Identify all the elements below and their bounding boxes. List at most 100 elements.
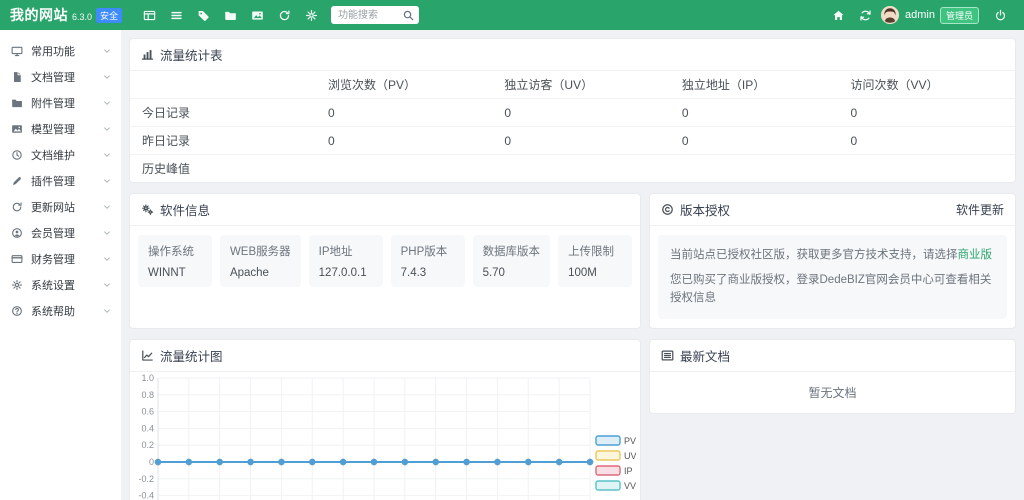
folder-button[interactable] <box>217 0 244 30</box>
row-value: 0 <box>670 127 839 155</box>
chevron-down-icon <box>102 228 112 238</box>
sidebar-item-label: 财务管理 <box>31 251 102 267</box>
svg-text:0.8: 0.8 <box>141 390 154 400</box>
sidebar-item-4[interactable]: 模型管理 <box>0 116 121 142</box>
gear-icon <box>11 279 23 291</box>
row-value: 0 <box>316 127 492 155</box>
sidebar-item-label: 系统设置 <box>31 277 102 293</box>
sidebar-item-label: 会员管理 <box>31 225 102 241</box>
traffic-stats-header: 流量统计表 <box>130 39 1015 71</box>
sidebar-item-8[interactable]: 会员管理 <box>0 220 121 246</box>
traffic-column-header: 独立地址（IP） <box>670 71 839 99</box>
svg-text:PV: PV <box>624 436 636 446</box>
tag-button[interactable] <box>190 0 217 30</box>
license-line-1: 当前站点已授权社区版，获取更多官方技术支持，请选择商业版 <box>670 247 995 264</box>
traffic-chart-header: 流量统计图 <box>130 340 640 372</box>
software-info-cards: 操作系统WINNTWEB服务器ApacheIP地址127.0.0.1PHP版本7… <box>130 226 640 296</box>
sync-icon <box>859 9 872 22</box>
sidebar-item-11[interactable]: 系统帮助 <box>0 298 121 324</box>
sidebar-item-label: 常用功能 <box>31 43 102 59</box>
image-button[interactable] <box>244 0 271 30</box>
role-badge: 管理员 <box>940 7 979 24</box>
power-icon <box>994 9 1007 22</box>
home-button[interactable] <box>825 0 852 30</box>
svg-text:IP: IP <box>624 466 633 476</box>
brand[interactable]: 我的网站 6.3.0 安全 <box>10 5 122 25</box>
software-info-card: IP地址 127.0.0.1 <box>309 235 383 287</box>
software-info-label: 数据库版本 <box>483 243 541 259</box>
sidebar-item-3[interactable]: 附件管理 <box>0 90 121 116</box>
traffic-column-header: 访问次数（VV） <box>839 71 1015 99</box>
row-label: 今日记录 <box>130 99 316 127</box>
software-info-value: 100M <box>568 267 622 279</box>
refresh-button[interactable] <box>852 0 879 30</box>
row-value: 0 <box>492 99 670 127</box>
function-search <box>331 6 419 24</box>
sidebar-item-2[interactable]: 文档管理 <box>0 64 121 90</box>
chart-bar-icon <box>141 48 154 61</box>
avatar[interactable] <box>881 6 899 24</box>
row-value <box>670 155 839 183</box>
sidebar-item-6[interactable]: 插件管理 <box>0 168 121 194</box>
license-box: 当前站点已授权社区版，获取更多官方技术支持，请选择商业版 您已购买了商业版授权，… <box>658 235 1007 319</box>
desktop-icon <box>11 45 23 57</box>
sidebar-item-5[interactable]: 文档维护 <box>0 142 121 168</box>
logout-button[interactable] <box>987 0 1014 30</box>
sidebar-item-1[interactable]: 常用功能 <box>0 38 121 64</box>
folder-icon <box>11 97 23 109</box>
row-value: 0 <box>492 127 670 155</box>
search-icon[interactable] <box>402 9 415 22</box>
refresh-icon <box>278 9 291 22</box>
latest-docs-panel: 最新文档 暂无文档 <box>649 339 1016 414</box>
cogs-icon <box>141 203 154 216</box>
row-value <box>492 155 670 183</box>
navbar-right: admin 管理员 <box>825 0 1014 30</box>
chevron-down-icon <box>102 124 112 134</box>
chevron-down-icon <box>102 254 112 264</box>
sidebar-item-label: 模型管理 <box>31 121 102 137</box>
license-body: 当前站点已授权社区版，获取更多官方技术支持，请选择商业版 您已购买了商业版授权，… <box>650 226 1015 328</box>
software-info-value: 127.0.0.1 <box>319 267 373 279</box>
top-navbar: 我的网站 6.3.0 安全 admin 管理员 <box>0 0 1024 30</box>
sidebar-item-10[interactable]: 系统设置 <box>0 272 121 298</box>
refresh-icon <box>11 201 23 213</box>
sidebar-menu: 常用功能文档管理附件管理模型管理文档维护插件管理更新网站会员管理财务管理系统设置… <box>0 38 121 324</box>
svg-text:-0.4: -0.4 <box>138 490 154 500</box>
main-content: 流量统计表 浏览次数（PV）独立访客（UV）独立地址（IP）访问次数（VV） 今… <box>121 30 1024 500</box>
username[interactable]: admin <box>905 9 935 21</box>
license-line-2: 您已购买了商业版授权，登录DedeBIZ官网会员中心可查看相关授权信息 <box>670 272 995 307</box>
image-icon <box>251 9 264 22</box>
license-line1-text: 当前站点已授权社区版，获取更多官方技术支持，请选择 <box>670 249 958 261</box>
list-button[interactable] <box>163 0 190 30</box>
commercial-version-link[interactable]: 商业版 <box>958 249 993 261</box>
software-info-title: 软件信息 <box>160 200 210 219</box>
columns-button[interactable] <box>136 0 163 30</box>
license-header: 版本授权 软件更新 <box>650 194 1015 226</box>
sidebar-item-7[interactable]: 更新网站 <box>0 194 121 220</box>
sidebar-item-9[interactable]: 财务管理 <box>0 246 121 272</box>
plugin-icon <box>11 175 23 187</box>
table-row: 历史峰值 <box>130 155 1015 183</box>
traffic-chart-panel: 流量统计图 1.00.80.60.40.20-0.2-0.4-0.6-0.8-1… <box>129 339 641 500</box>
license-title: 版本授权 <box>680 200 730 219</box>
navbar-quick-icons <box>136 0 325 30</box>
svg-text:1.0: 1.0 <box>141 374 154 383</box>
brand-version: 6.3.0 <box>72 12 92 22</box>
svg-text:VV: VV <box>624 481 636 491</box>
traffic-chart-title: 流量统计图 <box>160 346 223 365</box>
copyright-icon <box>661 203 674 216</box>
software-info-label: IP地址 <box>319 243 373 259</box>
brand-name: 我的网站 <box>10 5 68 25</box>
software-update-link[interactable]: 软件更新 <box>956 201 1004 218</box>
software-info-card: PHP版本7.4.3 <box>391 235 465 287</box>
traffic-stats-panel: 流量统计表 浏览次数（PV）独立访客（UV）独立地址（IP）访问次数（VV） 今… <box>129 38 1016 183</box>
tag-icon <box>197 9 210 22</box>
image-icon <box>11 123 23 135</box>
gear-button[interactable] <box>298 0 325 30</box>
refresh-button[interactable] <box>271 0 298 30</box>
row-label: 昨日记录 <box>130 127 316 155</box>
table-row: 昨日记录0000 <box>130 127 1015 155</box>
row-value: 0 <box>839 99 1015 127</box>
software-info-label: WEB服务器 <box>230 243 291 259</box>
chart-line-icon <box>141 349 154 362</box>
